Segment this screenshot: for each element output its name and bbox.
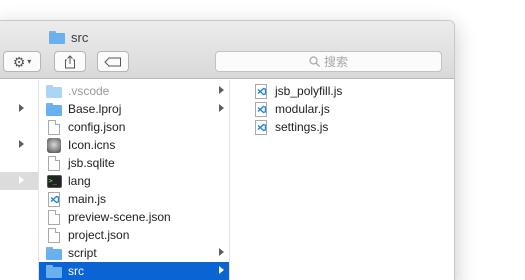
file-name: lang (68, 174, 91, 188)
action-menu-button[interactable]: ⚙ ▾ (3, 51, 41, 72)
file-name: Base.lproj (68, 102, 122, 116)
vscode-js-icon (255, 119, 267, 135)
search-placeholder: 搜索 (323, 55, 348, 69)
file-name: .vscode (68, 84, 110, 98)
parent-column-row[interactable] (0, 136, 38, 154)
gear-icon: ⚙ (12, 53, 26, 70)
search-icon (309, 56, 320, 67)
list-item[interactable]: config.json (39, 118, 229, 136)
list-item[interactable]: Base.lproj (39, 100, 229, 118)
list-item[interactable]: >_ lang (39, 172, 229, 190)
tag-icon (104, 57, 121, 66)
disclosure-arrow-icon (19, 140, 24, 148)
list-item[interactable]: .vscode (39, 82, 229, 100)
folder-icon (46, 264, 62, 278)
window-title-text: src (71, 29, 89, 45)
contents-column[interactable]: jsb_polyfill.js modular.js settings.js (244, 80, 454, 280)
share-icon (65, 54, 75, 68)
list-item[interactable]: jsb.sqlite (39, 154, 229, 172)
chevron-down-icon: ▾ (27, 56, 32, 66)
finder-window: src ⚙ ▾ 搜索 .vscode Base.lproj config.jso… (0, 20, 455, 280)
folder-icon (49, 30, 65, 44)
file-name: project.json (68, 228, 130, 242)
file-name: script (68, 246, 97, 260)
list-item[interactable]: preview-scene.json (39, 208, 229, 226)
disclosure-arrow-icon (219, 248, 224, 256)
parent-column-row-selected[interactable] (0, 172, 38, 190)
disclosure-arrow-icon (219, 104, 224, 112)
document-icon (48, 209, 60, 225)
folder-column[interactable]: .vscode Base.lproj config.json Icon.icns… (39, 80, 230, 280)
disclosure-arrow-icon (219, 86, 224, 94)
list-item[interactable]: main.js (39, 190, 229, 208)
document-icon (48, 227, 60, 243)
folder-icon (46, 102, 62, 116)
list-item[interactable]: jsb_polyfill.js (244, 82, 454, 100)
vscode-js-icon (48, 191, 60, 207)
disclosure-arrow-icon (219, 266, 224, 274)
file-name: preview-scene.json (68, 210, 171, 224)
disclosure-arrow-icon (19, 176, 24, 184)
file-name: jsb_polyfill.js (275, 84, 343, 98)
list-item[interactable]: script (39, 244, 229, 262)
document-icon (48, 155, 60, 171)
file-name: main.js (68, 192, 107, 206)
parent-column-row[interactable] (0, 100, 38, 118)
file-name: modular.js (275, 102, 330, 116)
folder-icon (46, 84, 62, 98)
vscode-js-icon (255, 101, 267, 117)
parent-column[interactable] (0, 80, 39, 280)
folder-icon (46, 246, 62, 260)
file-name: config.json (68, 120, 126, 134)
terminal-icon: >_ (46, 174, 62, 188)
list-item-selected[interactable]: src (39, 262, 229, 280)
tags-button[interactable] (97, 51, 129, 72)
vscode-js-icon (255, 83, 267, 99)
document-icon (48, 119, 60, 135)
share-button[interactable] (54, 51, 86, 72)
file-name: jsb.sqlite (68, 156, 115, 170)
icns-icon (47, 137, 61, 153)
list-item[interactable]: settings.js (244, 118, 454, 136)
toolbar: src ⚙ ▾ 搜索 (0, 21, 454, 79)
file-name: Icon.icns (68, 138, 116, 152)
window-title: src (49, 28, 88, 46)
disclosure-arrow-icon (19, 104, 24, 112)
search-field[interactable]: 搜索 (215, 51, 442, 72)
list-item[interactable]: project.json (39, 226, 229, 244)
file-name: src (68, 264, 84, 278)
list-item[interactable]: modular.js (244, 100, 454, 118)
file-name: settings.js (275, 120, 329, 134)
list-item[interactable]: Icon.icns (39, 136, 229, 154)
